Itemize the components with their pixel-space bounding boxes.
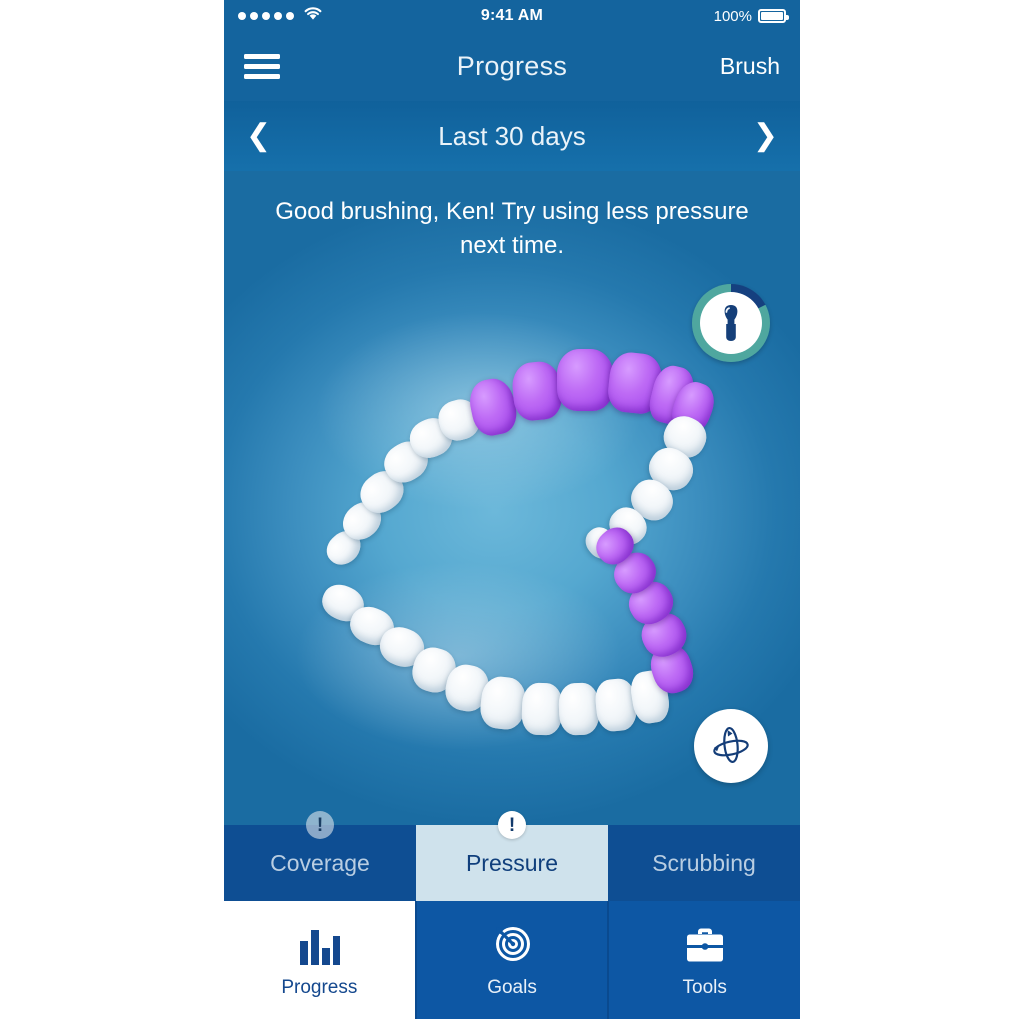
tab-scrubbing-label: Scrubbing [652, 849, 756, 876]
screenshot-root: 9:41 AM 100% Progress Brush ❮ Last 30 da… [0, 0, 1024, 1024]
chevron-left-icon[interactable]: ❮ [246, 121, 271, 151]
tab-coverage-label: Coverage [270, 849, 370, 876]
tooth-lower-left-canine[interactable] [478, 674, 528, 732]
nav-item-goals-label: Goals [487, 977, 537, 998]
status-bar: 9:41 AM 100% [224, 0, 800, 32]
metric-tab-bar: ! Coverage ! Pressure Scrubbing [224, 811, 800, 901]
hamburger-menu-icon[interactable] [244, 49, 280, 84]
teeth-visualization[interactable]: Good brushing, Ken! Try using less press… [224, 171, 800, 825]
nav-item-progress[interactable]: Progress [224, 901, 417, 1019]
rotate-3d-icon [713, 726, 749, 764]
status-bar-right: 100% [713, 7, 789, 25]
tooth-upper-incisor-highlighted[interactable] [510, 360, 564, 422]
chevron-right-icon[interactable]: ❯ [753, 121, 778, 151]
page-title: Progress [456, 51, 568, 81]
tooth-upper-incisor-highlighted[interactable] [557, 349, 613, 411]
brush-button[interactable]: Brush [720, 53, 780, 80]
phone-screen: 9:41 AM 100% Progress Brush ❮ Last 30 da… [224, 0, 800, 1024]
wifi-icon [303, 6, 323, 26]
tab-scrubbing[interactable]: Scrubbing [608, 825, 800, 901]
tab-pressure[interactable]: ! Pressure [416, 811, 608, 901]
rotate-3d-button[interactable] [694, 709, 768, 783]
navigation-bar: Progress Brush [224, 32, 800, 101]
status-bar-left [238, 6, 323, 26]
date-range-label: Last 30 days [438, 120, 586, 151]
tooth-lower-incisor[interactable] [521, 682, 563, 736]
battery-percent-label: 100% [713, 7, 752, 25]
alert-badge-icon: ! [498, 811, 526, 839]
tab-pressure-label: Pressure [465, 849, 559, 876]
nav-item-tools[interactable]: Tools [609, 901, 800, 1019]
tooth-lower-incisor[interactable] [558, 682, 600, 736]
date-range-selector: ❮ Last 30 days ❯ [224, 101, 800, 171]
brush-progress-badge[interactable] [692, 284, 770, 362]
target-dart-icon [490, 921, 534, 965]
signal-strength-icon [238, 12, 294, 20]
bar-chart-icon [297, 921, 341, 965]
nav-item-tools-label: Tools [682, 977, 727, 998]
alert-badge-icon: ! [306, 811, 334, 839]
toothbrush-head-icon [700, 292, 762, 354]
battery-full-icon [758, 9, 789, 23]
nav-item-goals[interactable]: Goals [416, 901, 610, 1019]
toolbox-icon [682, 921, 728, 965]
nav-item-progress-label: Progress [281, 977, 358, 998]
bottom-navigation-bar: Progress Goals Tools [224, 901, 800, 1019]
tab-coverage[interactable]: ! Coverage [224, 811, 416, 901]
